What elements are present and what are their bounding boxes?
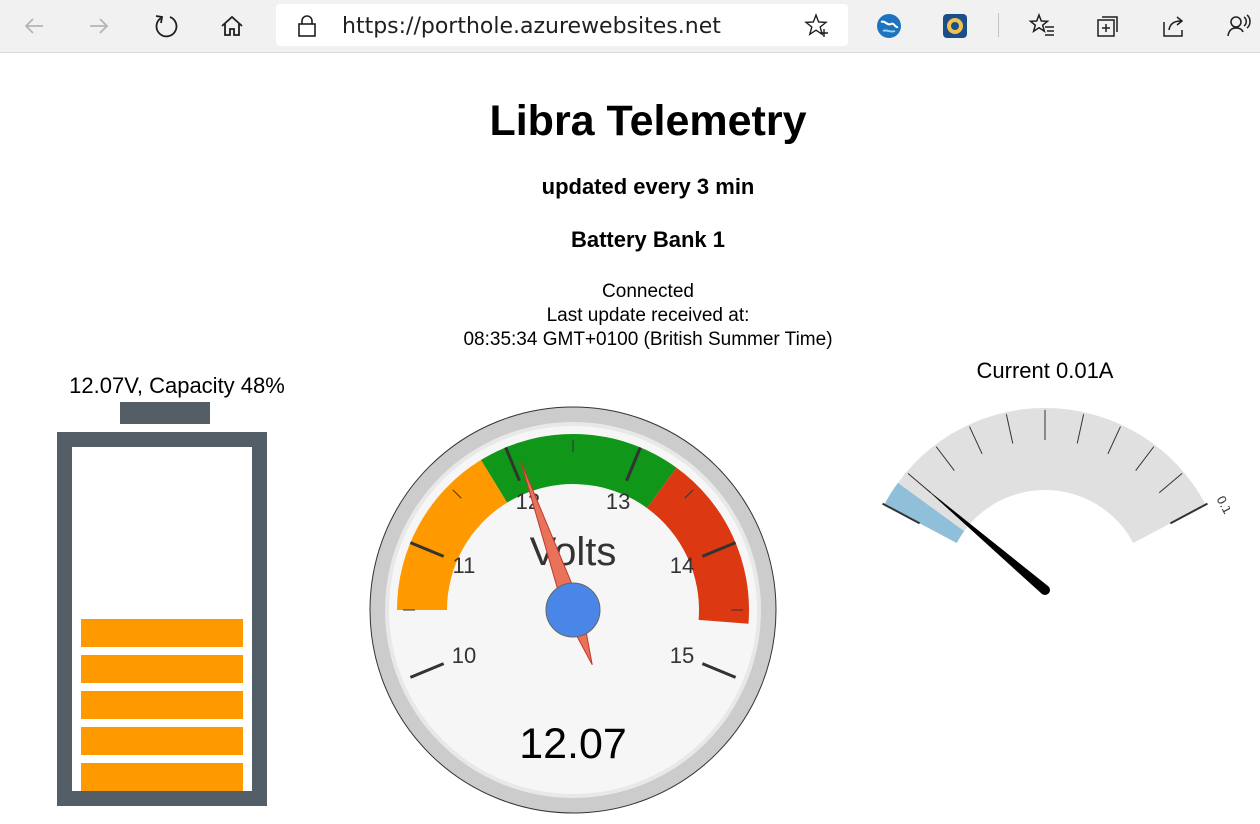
address-bar[interactable]: https://porthole.azurewebsites.net — [276, 4, 848, 46]
home-button[interactable] — [214, 8, 250, 44]
forward-arrow-icon — [90, 18, 109, 34]
gauge-value-readout: 12.07 — [519, 720, 627, 768]
extension-badge-button[interactable] — [937, 8, 973, 44]
last-update-label: Last update received at: — [546, 305, 750, 326]
url-text[interactable]: https://porthole.azurewebsites.net — [342, 14, 721, 39]
page-title: Libra Telemetry — [489, 97, 807, 145]
current-gauge-max-label: 0.1 — [1214, 493, 1230, 516]
share-button[interactable] — [1156, 8, 1192, 44]
battery-level-bar — [81, 619, 243, 647]
refresh-icon — [155, 15, 178, 38]
back-button[interactable] — [16, 8, 52, 44]
gauge-tick-label: 14 — [670, 553, 694, 578]
browser-toolbar: https://porthole.azurewebsites.net — [0, 0, 1260, 53]
battery-level-bar — [81, 763, 243, 791]
current-gauge-needle-hub — [1040, 585, 1050, 595]
connection-state: Connected — [602, 281, 694, 302]
voltage-gauge: 101112 131415Volts12.07 — [369, 406, 777, 814]
refresh-button[interactable] — [148, 8, 184, 44]
connection-status: Connected Last update received at: 08:35… — [0, 280, 1260, 352]
current-gauge: 0.1 — [882, 408, 1230, 595]
battery-level-bar — [81, 655, 243, 683]
battery-level-bars — [81, 611, 243, 791]
read-aloud-button[interactable] — [1222, 8, 1258, 44]
battery-level-bar — [81, 727, 243, 755]
battery-label: 12.07V, Capacity 48% — [69, 373, 285, 398]
battery-icon — [57, 432, 267, 806]
forward-button[interactable] — [81, 8, 117, 44]
gauge-tick-label: 10 — [452, 643, 476, 668]
current-gauge-label: Current 0.01A — [976, 358, 1114, 383]
favorites-icon — [1028, 12, 1054, 36]
collections-icon — [1097, 16, 1118, 37]
favorites-button[interactable] — [1024, 8, 1060, 44]
battery-terminal — [120, 402, 210, 424]
extension-badge-icon — [943, 14, 967, 38]
extension-globe-button[interactable] — [871, 8, 907, 44]
gauge-tick-label: 13 — [606, 489, 630, 514]
gauge-needle-hub — [545, 582, 601, 638]
gauge-tick-label: 11 — [453, 553, 476, 578]
back-arrow-icon — [24, 18, 43, 34]
extension-globe-icon — [877, 14, 901, 38]
home-icon — [221, 15, 243, 36]
battery-bank-heading: Battery Bank 1 — [570, 227, 726, 252]
page-subtitle: updated every 3 min — [541, 174, 755, 199]
collections-button[interactable] — [1090, 8, 1126, 44]
battery-level-bar — [81, 691, 243, 719]
gauge-tick-label: 15 — [670, 643, 694, 668]
share-icon — [1163, 16, 1184, 37]
read-aloud-icon — [1227, 14, 1251, 37]
toolbar-separator — [998, 13, 999, 37]
last-update-time: 08:35:34 GMT+0100 (British Summer Time) — [463, 329, 833, 350]
add-favorite-star-icon[interactable] — [804, 13, 830, 39]
lock-icon — [298, 15, 316, 37]
